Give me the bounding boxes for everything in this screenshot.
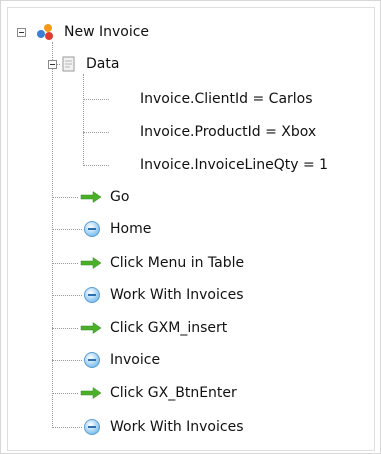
data-item-label: Invoice.ClientId = Carlos <box>140 91 313 107</box>
step-label: Click GX_BtnEnter <box>110 385 237 401</box>
tree-node-step[interactable]: Invoice <box>84 350 160 370</box>
blue-circle-icon <box>84 419 100 435</box>
tree-line <box>83 99 109 100</box>
green-arrow-icon <box>80 257 102 269</box>
tree-line <box>83 74 84 166</box>
tree-line <box>83 132 109 133</box>
people-icon <box>34 22 56 42</box>
tree-node-root[interactable]: New Invoice <box>34 22 149 42</box>
tree-line <box>52 393 78 394</box>
data-item[interactable]: Invoice.InvoiceLineQty = 1 <box>140 155 328 175</box>
green-arrow-icon <box>80 387 102 399</box>
tree-node-step[interactable]: Home <box>84 219 151 239</box>
data-item[interactable]: Invoice.ClientId = Carlos <box>140 89 313 109</box>
blue-circle-icon <box>84 221 100 237</box>
step-label: Click Menu in Table <box>110 255 245 271</box>
tree-node-step[interactable]: Click GXM_insert <box>80 318 227 338</box>
tree-view[interactable]: New Invoice Data Invoice.ClientId = Carl… <box>7 7 375 451</box>
green-arrow-icon <box>80 322 102 334</box>
data-label: Data <box>86 56 120 72</box>
tree-line <box>52 360 82 361</box>
green-arrow-icon <box>80 191 102 203</box>
tree-line <box>52 42 53 428</box>
tree-node-step[interactable]: Work With Invoices <box>84 285 244 305</box>
window-frame: New Invoice Data Invoice.ClientId = Carl… <box>0 0 381 454</box>
blue-circle-icon <box>84 287 100 303</box>
tree-line <box>52 263 78 264</box>
tree-line <box>83 165 109 166</box>
tree-node-step[interactable]: Click GX_BtnEnter <box>80 383 237 403</box>
step-label: Go <box>110 189 130 205</box>
tree-node-data[interactable]: Data <box>62 54 119 74</box>
tree-node-step[interactable]: Go <box>80 187 129 207</box>
step-label: Work With Invoices <box>110 287 244 303</box>
step-label: Home <box>110 221 152 237</box>
tree-line <box>52 328 78 329</box>
data-collapse-toggle[interactable] <box>48 60 57 69</box>
root-label: New Invoice <box>64 24 150 40</box>
tree-line <box>52 295 82 296</box>
step-label: Invoice <box>110 352 161 368</box>
root-collapse-toggle[interactable] <box>17 28 26 37</box>
tree-line <box>52 229 82 230</box>
step-label: Work With Invoices <box>110 419 244 435</box>
data-item[interactable]: Invoice.ProductId = Xbox <box>140 122 316 142</box>
step-label: Click GXM_insert <box>110 320 228 336</box>
data-item-label: Invoice.ProductId = Xbox <box>140 124 317 140</box>
blue-circle-icon <box>84 352 100 368</box>
tree-line <box>52 427 82 428</box>
tree-node-step[interactable]: Work With Invoices <box>84 417 244 437</box>
data-item-label: Invoice.InvoiceLineQty = 1 <box>140 157 329 173</box>
data-icon <box>62 56 76 72</box>
tree-node-step[interactable]: Click Menu in Table <box>80 253 244 273</box>
tree-line <box>52 197 78 198</box>
